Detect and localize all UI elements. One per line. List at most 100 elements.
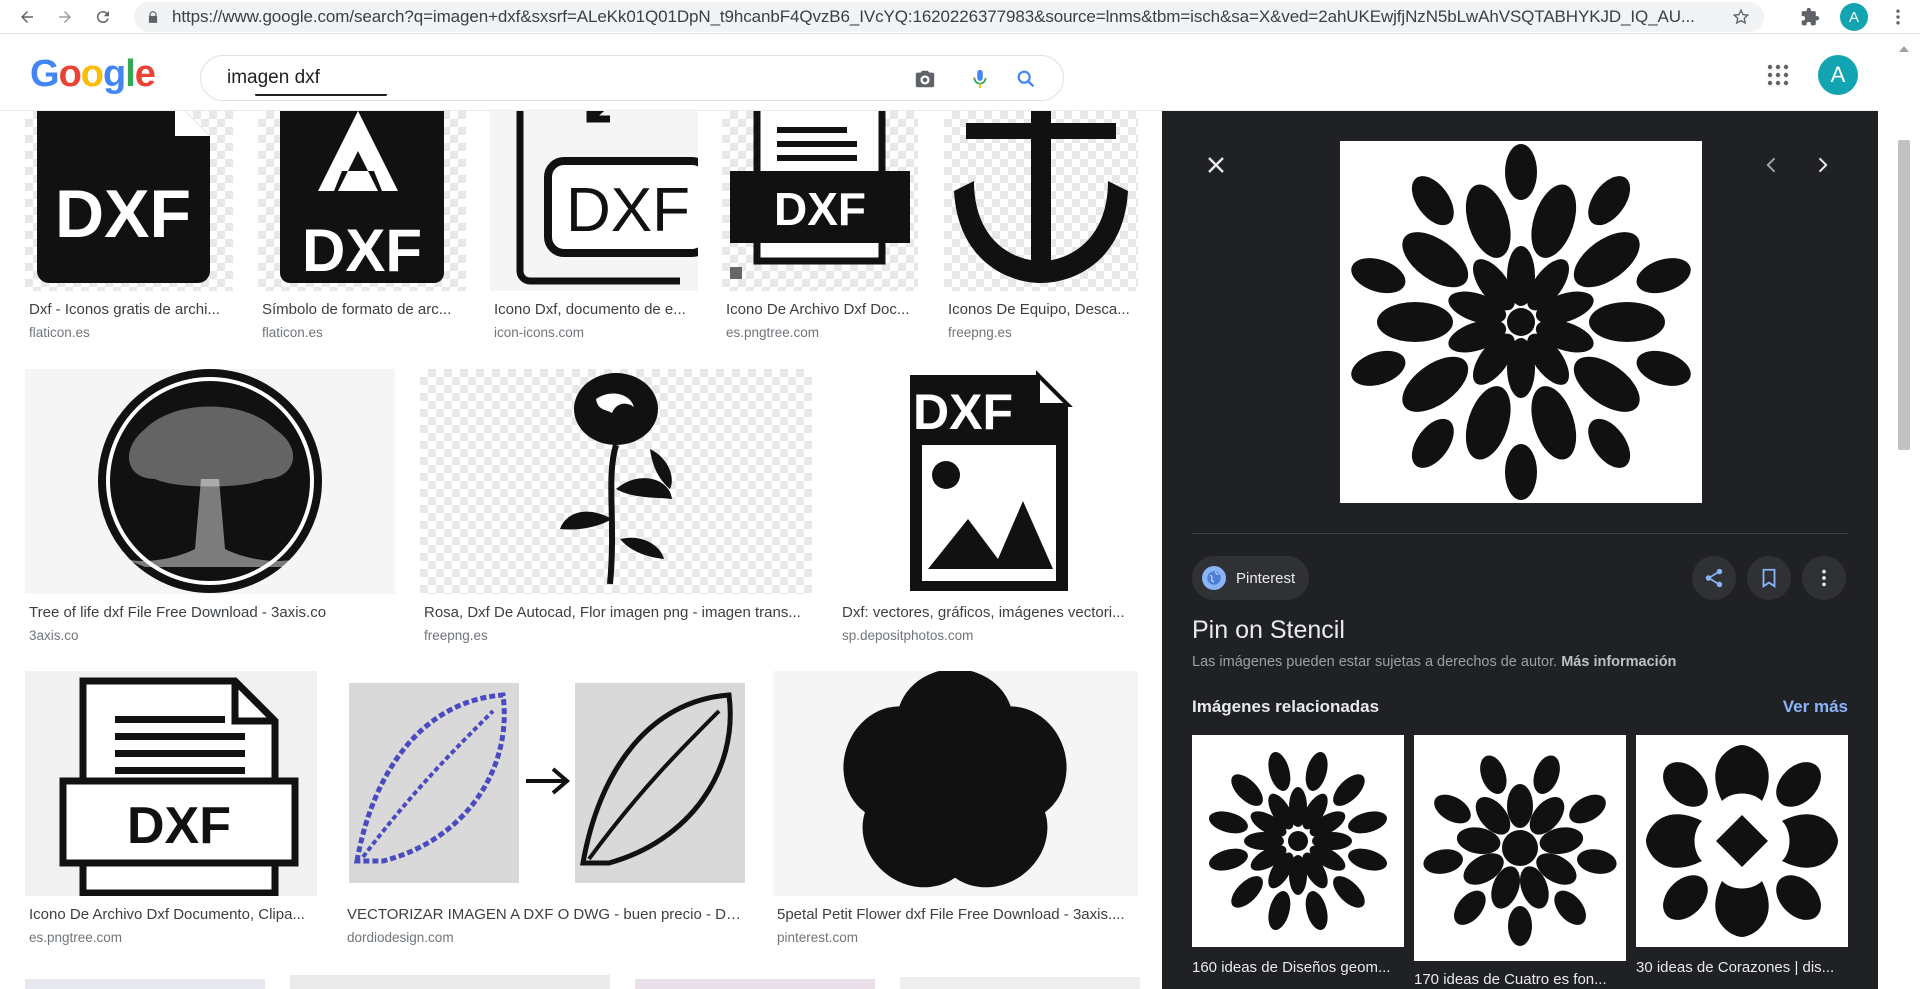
result-source: freepng.es [948,325,1012,340]
search-icon[interactable] [1015,68,1037,90]
result-title[interactable]: Icono De Archivo Dxf Doc... [726,301,918,318]
reload-icon [96,10,109,23]
back-button[interactable] [12,2,42,32]
result-title[interactable]: Icono Dxf, documento de e... [494,301,694,318]
related-image[interactable] [1414,735,1626,961]
result-title[interactable]: Símbolo de formato de arc... [262,301,462,318]
result-source: freepng.es [424,628,488,643]
result-title[interactable]: 5petal Petit Flower dxf File Free Downlo… [777,906,1138,923]
result-card[interactable]: DXF Icono De Archivo Dxf Documento, Clip… [25,671,317,946]
result-source: flaticon.es [262,325,323,340]
chevron-left-icon[interactable] [1762,155,1782,175]
search-query[interactable]: imagen dxf [227,67,320,89]
svg-text:DXF: DXF [774,183,866,235]
svg-text:DXF: DXF [55,176,191,252]
see-more-link[interactable]: Ver más [1783,697,1848,717]
related-caption[interactable]: 30 ideas de Corazones | dis... [1636,959,1848,976]
arrow-left-icon [21,10,33,23]
svg-text:DXF: DXF [566,176,690,245]
share-button[interactable] [1692,556,1736,600]
result-thumbnail[interactable]: DXF [838,369,1138,594]
result-thumbnail[interactable] [420,369,812,594]
result-card[interactable]: Rosa, Dxf De Autocad, Flor imagen png - … [420,369,812,644]
svg-text:DXF: DXF [913,384,1013,440]
microphone-icon[interactable] [969,68,991,90]
result-thumbnail[interactable]: DXF [25,111,233,291]
result-title[interactable]: Dxf: vectores, gráficos, imágenes vector… [842,604,1138,621]
browser-toolbar: https://www.google.com/search?q=imagen+d… [0,0,1920,34]
related-image[interactable] [1192,735,1404,947]
save-button[interactable] [1747,556,1791,600]
svg-text:DXF: DXF [127,797,231,855]
lock-icon [148,11,158,23]
image-preview-panel: Pinterest Pin on Stencil Las imágenes pu… [1162,111,1878,989]
result-source: es.pngtree.com [29,930,123,945]
result-title[interactable]: Icono De Archivo Dxf Documento, Clipa... [29,906,317,923]
camera-icon[interactable] [914,68,936,90]
source-chip[interactable]: Pinterest [1192,556,1310,600]
copyright-notice: Las imágenes pueden estar sujetas a dere… [1192,654,1677,670]
related-caption[interactable]: 160 ideas de Diseños geom... [1192,959,1404,976]
related-caption[interactable]: 170 ideas de Cuatro es fon... [1414,971,1626,988]
result-card[interactable]: DXF Icono De Archivo Dxf Doc... es.pngtr… [722,111,918,341]
result-card[interactable]: DXF Dxf: vectores, gráficos, imágenes ve… [838,369,1138,644]
preview-image[interactable] [1340,141,1702,503]
close-icon[interactable] [1204,153,1228,177]
google-logo[interactable]: Google [30,53,156,96]
bookmark-star-icon[interactable] [1732,8,1750,26]
image-results-grid: DXF Dxf - Iconos gratis de archi... flat… [0,111,1162,989]
scrollbar-thumb[interactable] [1898,140,1910,450]
chevron-right-icon[interactable] [1812,155,1832,175]
extensions-puzzle-icon[interactable] [1800,7,1820,27]
kebab-menu-icon[interactable] [1888,6,1908,28]
result-source: dordiodesign.com [347,930,454,945]
svg-text:DXF: DXF [302,217,422,284]
more-info-link[interactable]: Más información [1561,654,1676,670]
result-source: es.pngtree.com [726,325,820,340]
result-thumbnail[interactable] [773,671,1138,896]
result-thumbnail[interactable]: DXF [490,111,698,291]
bookmark-icon [1762,568,1776,588]
result-thumbnail[interactable] [343,671,749,896]
panel-divider [1192,533,1848,534]
result-title[interactable]: Dxf - Iconos gratis de archi... [29,301,229,318]
result-title[interactable]: VECTORIZAR IMAGEN A DXF O DWG - buen pre… [347,906,749,923]
related-heading: Imágenes relacionadas [1192,697,1380,716]
result-card[interactable]: DXF Símbolo de formato de arc... flatico… [258,111,466,341]
result-source: pinterest.com [777,930,859,945]
result-title[interactable]: Rosa, Dxf De Autocad, Flor imagen png - … [424,604,808,621]
result-card[interactable]: DXF Icono Dxf, documento de e... icon-ic… [490,111,698,341]
result-thumbnail[interactable]: DXF [25,671,317,896]
result-thumbnail[interactable] [25,369,395,594]
result-card[interactable]: DXF Dxf - Iconos gratis de archi... flat… [25,111,233,341]
kebab-menu-icon [1822,569,1826,587]
source-name: Pinterest [1236,569,1296,587]
account-avatar[interactable]: A [1818,55,1858,95]
globe-icon [1202,566,1226,590]
forward-button[interactable] [50,2,80,32]
google-header: Google imagen dxf A [0,35,1920,111]
result-thumbnail[interactable]: DXF [258,111,466,291]
result-source: flaticon.es [29,325,90,340]
address-bar[interactable]: https://www.google.com/search?q=imagen+d… [134,2,1764,32]
spellcheck-underline [255,93,387,96]
share-icon [1705,568,1723,588]
result-title[interactable]: Iconos De Equipo, Desca... [948,301,1138,318]
related-image[interactable] [1636,735,1848,947]
result-source: sp.depositphotos.com [842,628,974,643]
result-card[interactable]: Iconos De Equipo, Desca... freepng.es [944,111,1138,341]
reload-button[interactable] [88,2,118,32]
result-card[interactable]: Tree of life dxf File Free Download - 3a… [25,369,395,644]
google-apps-grid-icon[interactable] [1766,63,1790,87]
result-thumbnail[interactable]: DXF [722,111,918,291]
profile-avatar[interactable]: A [1840,3,1868,31]
result-card[interactable]: VECTORIZAR IMAGEN A DXF O DWG - buen pre… [343,671,749,946]
result-thumbnail[interactable] [944,111,1138,291]
url-text: https://www.google.com/search?q=imagen+d… [172,7,1695,26]
result-title[interactable]: Tree of life dxf File Free Download - 3a… [29,604,389,621]
search-input[interactable]: imagen dxf [200,55,1064,101]
result-card[interactable]: 5petal Petit Flower dxf File Free Downlo… [773,671,1138,946]
scroll-up-arrow-icon[interactable] [1898,44,1910,54]
more-options-button[interactable] [1802,556,1846,600]
preview-title[interactable]: Pin on Stencil [1192,616,1345,645]
